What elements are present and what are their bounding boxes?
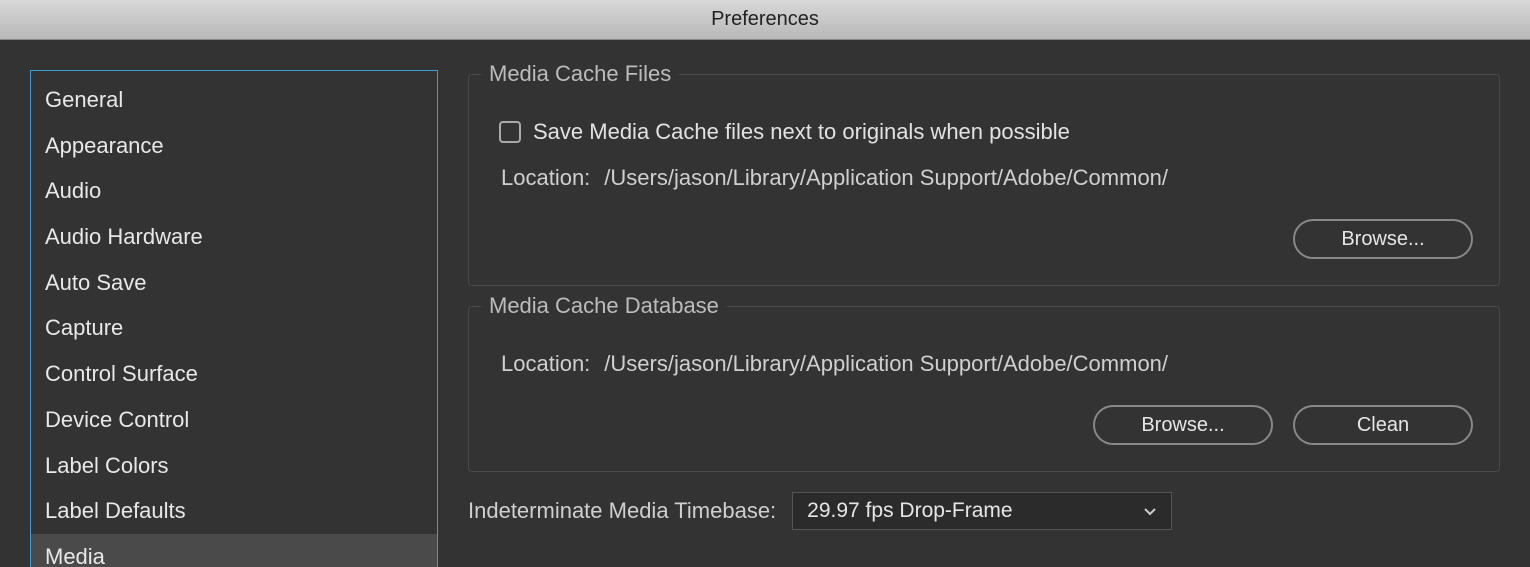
cache-files-location-label: Location: xyxy=(501,165,590,191)
main-panel: Media Cache Files Save Media Cache files… xyxy=(468,70,1500,567)
timebase-row: Indeterminate Media Timebase: 29.97 fps … xyxy=(468,492,1500,530)
timebase-label: Indeterminate Media Timebase: xyxy=(468,498,776,524)
sidebar-item-audio-hardware[interactable]: Audio Hardware xyxy=(31,214,437,260)
sidebar-item-control-surface[interactable]: Control Surface xyxy=(31,351,437,397)
categories-sidebar: General Appearance Audio Audio Hardware … xyxy=(30,70,438,567)
sidebar-item-capture[interactable]: Capture xyxy=(31,305,437,351)
cache-files-location-row: Location: /Users/jason/Library/Applicati… xyxy=(501,165,1473,191)
cache-db-clean-button[interactable]: Clean xyxy=(1293,405,1473,445)
window-title: Preferences xyxy=(711,8,819,31)
timebase-value: 29.97 fps Drop-Frame xyxy=(807,499,1012,523)
sidebar-item-label-defaults[interactable]: Label Defaults xyxy=(31,488,437,534)
cache-db-location-value: /Users/jason/Library/Application Support… xyxy=(604,351,1168,377)
sidebar-item-media[interactable]: Media xyxy=(31,534,437,567)
cache-files-location-value: /Users/jason/Library/Application Support… xyxy=(604,165,1168,191)
sidebar-item-label-colors[interactable]: Label Colors xyxy=(31,443,437,489)
cache-db-button-row: Browse... Clean xyxy=(495,405,1473,445)
save-next-to-originals-label: Save Media Cache files next to originals… xyxy=(533,119,1070,145)
save-next-to-originals-row: Save Media Cache files next to originals… xyxy=(499,119,1473,145)
cache-db-location-row: Location: /Users/jason/Library/Applicati… xyxy=(501,351,1473,377)
cache-files-button-row: Browse... xyxy=(495,219,1473,259)
sidebar-item-device-control[interactable]: Device Control xyxy=(31,397,437,443)
media-cache-files-group: Media Cache Files Save Media Cache files… xyxy=(468,74,1500,286)
media-cache-files-legend: Media Cache Files xyxy=(481,61,679,87)
media-cache-database-legend: Media Cache Database xyxy=(481,293,727,319)
cache-db-browse-button[interactable]: Browse... xyxy=(1093,405,1273,445)
sidebar-item-general[interactable]: General xyxy=(31,77,437,123)
chevron-down-icon xyxy=(1143,504,1157,518)
cache-files-browse-button[interactable]: Browse... xyxy=(1293,219,1473,259)
timebase-dropdown[interactable]: 29.97 fps Drop-Frame xyxy=(792,492,1172,530)
sidebar-item-auto-save[interactable]: Auto Save xyxy=(31,260,437,306)
titlebar: Preferences xyxy=(0,0,1530,40)
sidebar-item-appearance[interactable]: Appearance xyxy=(31,123,437,169)
save-next-to-originals-checkbox[interactable] xyxy=(499,121,521,143)
media-cache-database-group: Media Cache Database Location: /Users/ja… xyxy=(468,306,1500,472)
sidebar-item-audio[interactable]: Audio xyxy=(31,168,437,214)
preferences-body: General Appearance Audio Audio Hardware … xyxy=(0,40,1530,567)
cache-db-location-label: Location: xyxy=(501,351,590,377)
